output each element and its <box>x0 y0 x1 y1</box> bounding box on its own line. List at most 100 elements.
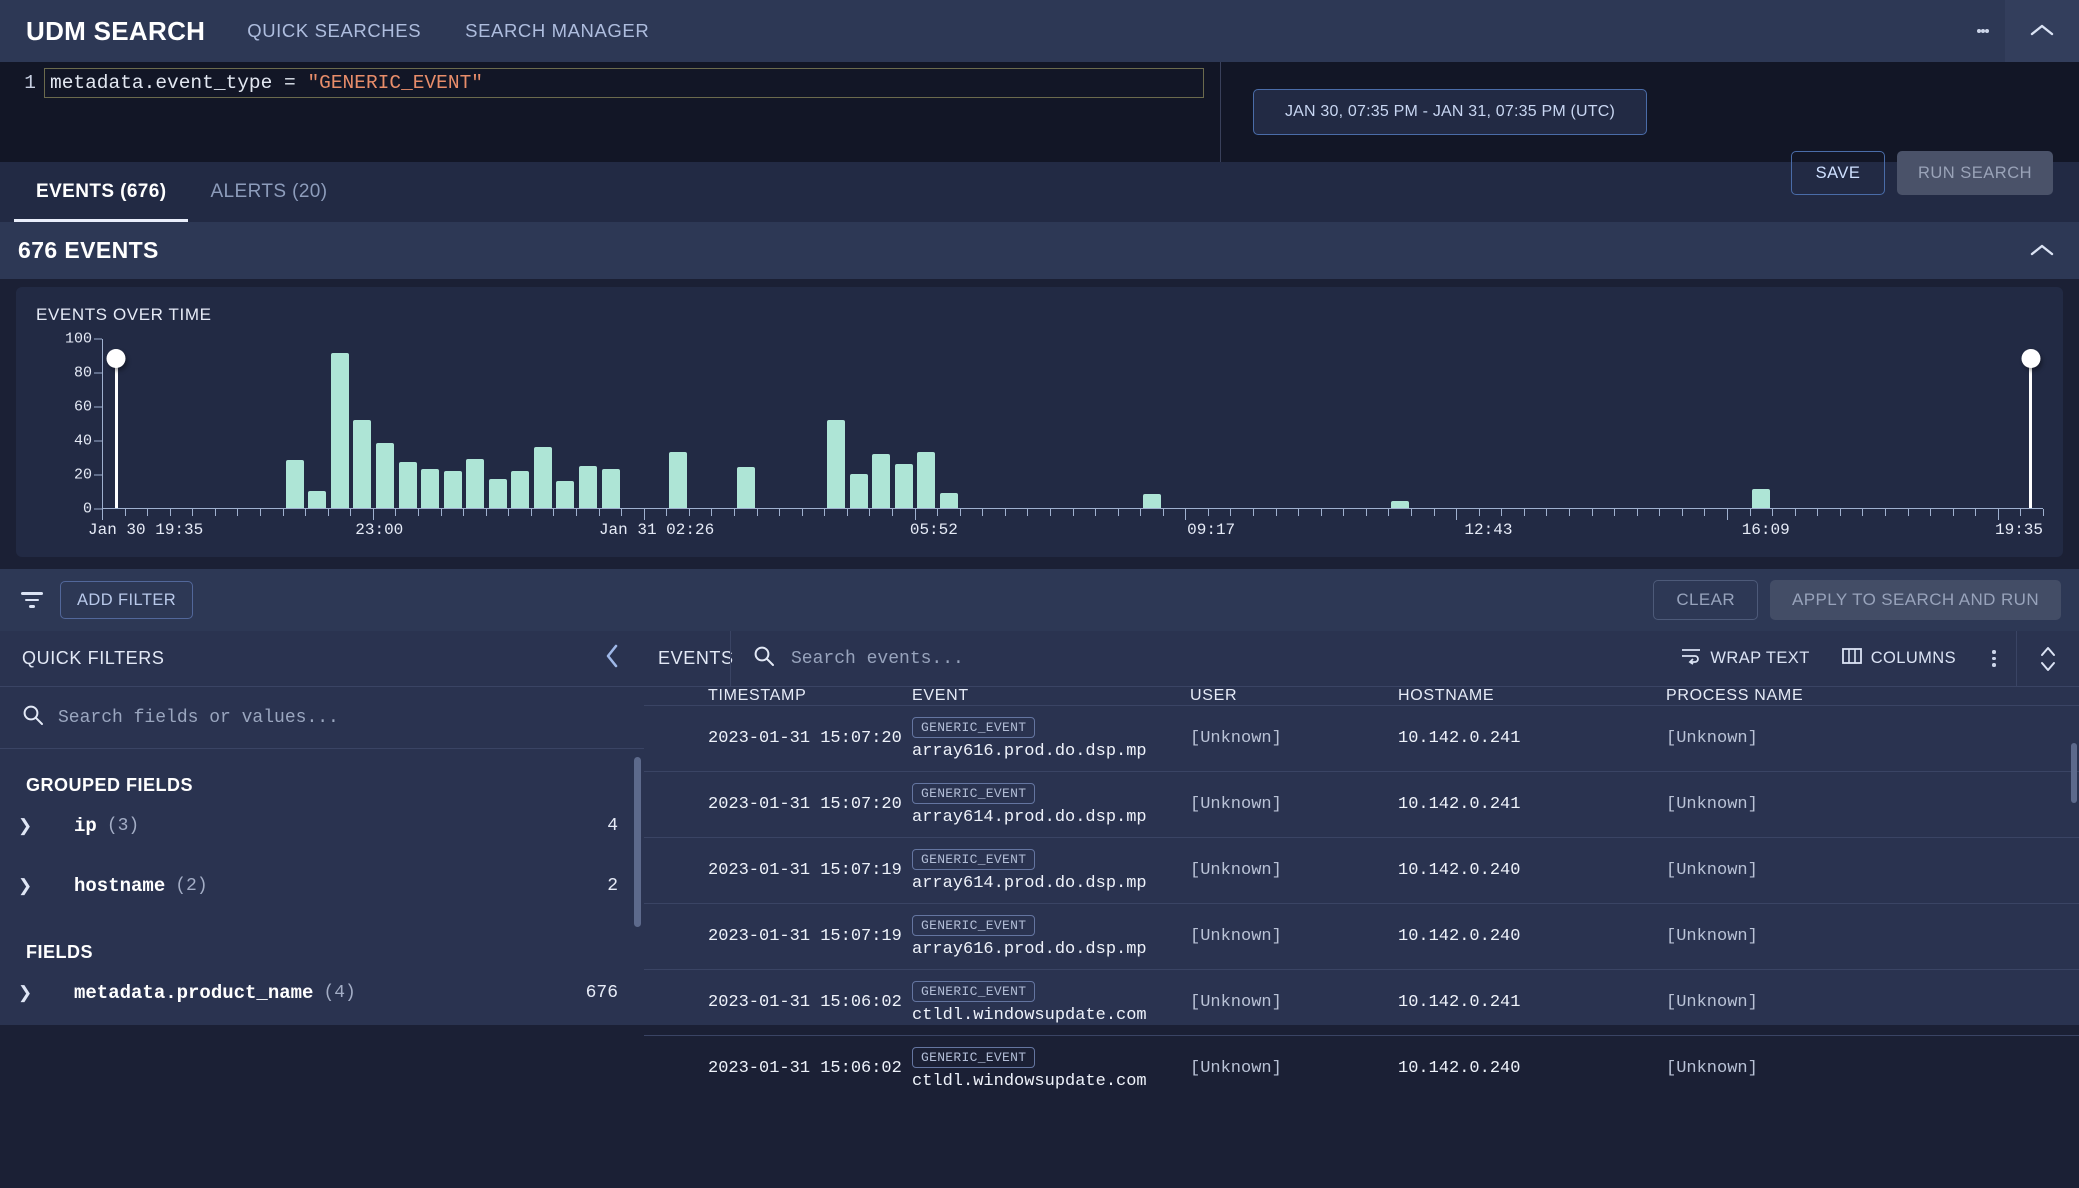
y-tick-label: 40 <box>73 432 92 450</box>
chart-bar[interactable] <box>556 480 575 508</box>
quick-filter-row-ip[interactable]: ❯ ip (3) 4 <box>0 796 644 856</box>
query-controls: JAN 30, 07:35 PM - JAN 31, 07:35 PM (UTC… <box>1221 62 2079 195</box>
search-events-input[interactable] <box>791 648 1666 669</box>
chart-bar[interactable] <box>466 458 485 508</box>
more-vertical-icon[interactable] <box>1961 0 2005 62</box>
x-tick-mark <box>1433 509 1435 516</box>
chart-bar[interactable] <box>939 492 958 508</box>
quick-filter-row-vendor-name[interactable]: ❯ metadata.vendor_name (2) 676 <box>0 1023 644 1025</box>
chart-bar[interactable] <box>736 467 755 508</box>
x-tick-mark <box>621 509 623 516</box>
chart-bar[interactable] <box>1391 501 1410 508</box>
y-tick-label: 100 <box>64 330 92 348</box>
chevron-left-icon[interactable] <box>604 643 622 674</box>
quick-filters-scrollbar[interactable] <box>634 757 641 927</box>
chart-bar[interactable] <box>443 470 462 508</box>
columns-icon <box>1841 647 1862 670</box>
chart-bar[interactable] <box>533 446 552 508</box>
quick-filter-row-product-name[interactable]: ❯ metadata.product_name (4) 676 <box>0 963 644 1023</box>
cell-user: [Unknown] <box>1190 795 1282 814</box>
table-row[interactable]: 2023-01-31 15:07:19 GENERIC_EVENT array614… <box>644 837 2079 903</box>
x-tick-mark <box>1207 509 1209 516</box>
chart-bar[interactable] <box>1142 494 1161 508</box>
events-search[interactable] <box>731 645 1666 672</box>
quick-filter-row-hostname[interactable]: ❯ hostname (2) 2 <box>0 856 644 916</box>
chart-bar[interactable] <box>488 479 507 508</box>
column-header-event[interactable]: EVENT <box>912 687 1190 705</box>
chart-bar[interactable] <box>917 451 936 508</box>
quick-filters-search[interactable] <box>0 687 644 749</box>
chart-bar[interactable] <box>308 491 327 508</box>
column-header-hostname[interactable]: HOSTNAME <box>1398 687 1666 705</box>
chart-bar[interactable] <box>511 470 530 508</box>
chevron-up-icon[interactable] <box>2005 0 2079 62</box>
fields-heading: FIELDS <box>26 942 94 962</box>
chart-bar[interactable] <box>285 460 304 508</box>
nav-search-manager[interactable]: SEARCH MANAGER <box>465 20 649 42</box>
x-tick-label: 09:17 <box>1187 521 1236 539</box>
chart-bar[interactable] <box>872 453 891 508</box>
filter-icon[interactable] <box>14 592 50 608</box>
x-tick-mark <box>959 509 961 516</box>
chart-bar[interactable] <box>353 419 372 508</box>
table-row[interactable]: 2023-01-31 15:06:02 GENERIC_EVENT ctldl.wi… <box>644 1035 2079 1101</box>
search-fields-input[interactable] <box>58 707 622 728</box>
chart-bar[interactable] <box>421 468 440 508</box>
tab-alerts[interactable]: ALERTS (20) <box>188 162 349 222</box>
x-tick-mark <box>282 509 284 516</box>
x-tick-mark <box>846 509 848 516</box>
x-tick-mark <box>2020 509 2022 516</box>
apply-to-search-and-run-button[interactable]: APPLY TO SEARCH AND RUN <box>1770 580 2061 620</box>
x-tick-mark <box>1320 509 1322 516</box>
chevron-up-icon[interactable] <box>2029 222 2055 279</box>
column-header-process-name[interactable]: PROCESS NAME <box>1666 687 2079 705</box>
chart-bar[interactable] <box>375 443 394 508</box>
run-search-button[interactable]: RUN SEARCH <box>1897 151 2053 195</box>
chevron-right-icon: ❯ <box>18 983 33 1002</box>
tab-events[interactable]: EVENTS (676) <box>14 162 189 222</box>
chart-bar[interactable] <box>669 451 688 508</box>
chart-bar[interactable] <box>849 474 868 508</box>
save-button[interactable]: SAVE <box>1791 151 1885 195</box>
cell-timestamp: 2023-01-31 15:07:19 <box>708 927 902 946</box>
x-tick-mark <box>1298 509 1300 516</box>
column-header-timestamp[interactable]: TIMESTAMP <box>644 687 912 705</box>
table-row[interactable]: 2023-01-31 15:07:19 GENERIC_EVENT array616… <box>644 903 2079 969</box>
chart-bar[interactable] <box>578 465 597 508</box>
chart-bar[interactable] <box>894 463 913 508</box>
chart-bar[interactable] <box>827 419 846 508</box>
x-tick-label: 12:43 <box>1464 521 1513 539</box>
cell-process-name: [Unknown] <box>1666 861 1758 880</box>
events-table-scrollbar[interactable] <box>2071 743 2077 803</box>
table-row[interactable]: 2023-01-31 15:07:20 GENERIC_EVENT array614… <box>644 771 2079 837</box>
range-handle-left[interactable] <box>106 349 126 508</box>
columns-button[interactable]: COLUMNS <box>1826 647 1972 670</box>
cell-hostname: 10.142.0.241 <box>1398 729 1521 748</box>
date-range-picker[interactable]: JAN 30, 07:35 PM - JAN 31, 07:35 PM (UTC… <box>1253 89 1647 135</box>
x-tick-mark <box>1772 509 1774 516</box>
add-filter-button[interactable]: ADD FILTER <box>60 581 194 619</box>
nav-quick-searches[interactable]: QUICK SEARCHES <box>247 20 421 42</box>
x-tick-mark <box>1162 509 1164 516</box>
chart-bar[interactable] <box>601 468 620 508</box>
more-vertical-icon[interactable] <box>1972 631 2016 687</box>
clear-button[interactable]: CLEAR <box>1653 580 1759 620</box>
range-handle-right[interactable] <box>2021 349 2041 508</box>
table-row[interactable]: 2023-01-31 15:06:02 GENERIC_EVENT ctldl.wi… <box>644 969 2079 1035</box>
chart-bar[interactable] <box>1752 489 1771 508</box>
x-tick-label: 19:35 <box>1994 521 2043 539</box>
x-tick-mark <box>372 509 374 520</box>
chart-bar[interactable] <box>330 353 349 508</box>
x-tick-mark <box>1253 509 1255 516</box>
column-header-user[interactable]: USER <box>1190 687 1398 705</box>
table-row[interactable]: 2023-01-31 15:07:20 GENERIC_EVENT array616… <box>644 705 2079 771</box>
x-tick-mark <box>1027 509 1029 516</box>
cell-event: GENERIC_EVENT array616.prod.do.dsp.mp <box>912 716 1190 761</box>
expand-rows-icon[interactable] <box>2017 631 2079 687</box>
wrap-text-button[interactable]: WRAP TEXT <box>1665 647 1825 670</box>
query-editor[interactable]: 1 metadata.event_type = "GENERIC_EVENT" <box>0 62 1220 162</box>
x-tick-mark <box>1749 509 1751 516</box>
x-tick-label: Jan 31 02:26 <box>598 521 715 539</box>
chart-bar[interactable] <box>398 462 417 508</box>
x-tick-label: 05:52 <box>909 521 958 539</box>
